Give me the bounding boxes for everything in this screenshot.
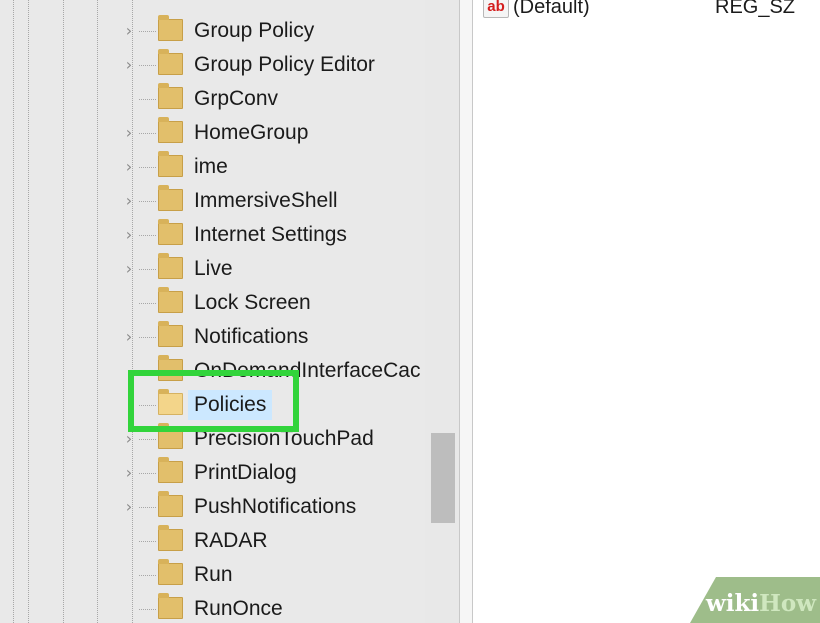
chevron-right-icon[interactable]: ›: [121, 329, 137, 345]
folder-icon: [158, 185, 183, 211]
tree-item[interactable]: › HomeGroup: [0, 116, 425, 150]
value-type: REG_SZ: [715, 0, 796, 18]
tree-connector-line: [139, 31, 156, 32]
tree-connector-line: [139, 439, 156, 440]
chevron-right-icon[interactable]: ›: [121, 23, 137, 39]
tree-item-label: PushNotifications: [194, 495, 357, 518]
tree-connector-line: [139, 133, 156, 134]
folder-icon: [158, 491, 183, 517]
tree-connector-line: [139, 99, 156, 100]
tree-item-label: Group Policy Editor: [194, 53, 375, 76]
chevron-right-icon[interactable]: ›: [121, 431, 137, 447]
tree-item-label: Live: [194, 257, 233, 280]
tree-item-label: RADAR: [194, 529, 268, 552]
chevron-right-icon[interactable]: ›: [121, 125, 137, 141]
folder-icon: [158, 15, 183, 41]
tree-item-label: ime: [194, 155, 228, 178]
value-name: (Default): [513, 0, 590, 18]
folder-icon: [158, 151, 183, 177]
tree-item[interactable]: › Live: [0, 252, 425, 286]
tree-item-label: Group Policy: [194, 19, 315, 42]
tree-item[interactable]: RunOnce: [0, 592, 425, 623]
tree-item[interactable]: GrpConv: [0, 82, 425, 116]
registry-key-tree: › Group Policy › Group Policy Editor GrpConv…: [0, 0, 425, 623]
tree-item[interactable]: RADAR: [0, 524, 425, 558]
tree-item-label: Notifications: [194, 325, 309, 348]
chevron-right-icon[interactable]: ›: [121, 193, 137, 209]
tree-connector-line: [139, 575, 156, 576]
tree-connector-line: [139, 65, 156, 66]
tree-item[interactable]: Lock Screen: [0, 286, 425, 320]
tree-item-label: HomeGroup: [194, 121, 309, 144]
chevron-right-icon[interactable]: ›: [121, 499, 137, 515]
tree-item[interactable]: › ImmersiveShell: [0, 184, 425, 218]
tree-item[interactable]: › Notifications: [0, 320, 425, 354]
folder-icon: [158, 525, 183, 551]
string-value-icon: ab: [483, 0, 509, 18]
chevron-right-icon[interactable]: ›: [121, 57, 137, 73]
policies-highlight-box: [128, 370, 299, 432]
chevron-right-icon[interactable]: ›: [121, 261, 137, 277]
tree-connector-line: [139, 235, 156, 236]
tree-item[interactable]: › PrintDialog: [0, 456, 425, 490]
tree-item[interactable]: › Internet Settings: [0, 218, 425, 252]
chevron-right-icon[interactable]: ›: [121, 159, 137, 175]
chevron-right-icon[interactable]: ›: [121, 465, 137, 481]
folder-icon: [158, 593, 183, 619]
tree-item-label: Run: [194, 563, 233, 586]
folder-icon: [158, 321, 183, 347]
chevron-right-icon[interactable]: ›: [121, 227, 137, 243]
tree-connector-line: [139, 507, 156, 508]
folder-icon: [158, 219, 183, 245]
tree-item-label: GrpConv: [194, 87, 279, 110]
folder-icon: [158, 83, 183, 109]
tree-connector-line: [139, 303, 156, 304]
tree-connector-line: [139, 609, 156, 610]
folder-icon: [158, 117, 183, 143]
registry-values-pane: ab (Default) REG_SZ: [473, 0, 820, 623]
tree-scrollbar[interactable]: [425, 0, 459, 623]
tree-connector-line: [139, 473, 156, 474]
tree-item-label: Internet Settings: [194, 223, 347, 246]
tree-item[interactable]: › Group Policy Editor: [0, 48, 425, 82]
tree-connector-line: [139, 167, 156, 168]
tree-item-label: ImmersiveShell: [194, 189, 338, 212]
scrollbar-thumb[interactable]: [431, 433, 455, 523]
value-row-default[interactable]: ab (Default) REG_SZ: [481, 0, 811, 22]
tree-item-label: PrintDialog: [194, 461, 297, 484]
tree-item[interactable]: › PushNotifications: [0, 490, 425, 524]
folder-icon: [158, 457, 183, 483]
pane-splitter[interactable]: [459, 0, 473, 623]
tree-connector-line: [139, 201, 156, 202]
tree-item[interactable]: › ime: [0, 150, 425, 184]
folder-icon: [158, 287, 183, 313]
tree-connector-line: [139, 541, 156, 542]
tree-connector-line: [139, 269, 156, 270]
folder-icon: [158, 559, 183, 585]
folder-icon: [158, 49, 183, 75]
tree-item-label: Lock Screen: [194, 291, 311, 314]
tree-item[interactable]: Run: [0, 558, 425, 592]
folder-icon: [158, 253, 183, 279]
tree-item-label: RunOnce: [194, 597, 283, 620]
tree-connector-line: [139, 337, 156, 338]
tree-item[interactable]: › Group Policy: [0, 14, 425, 48]
watermark-how: How: [759, 590, 816, 617]
watermark-wiki: wiki: [705, 590, 760, 617]
